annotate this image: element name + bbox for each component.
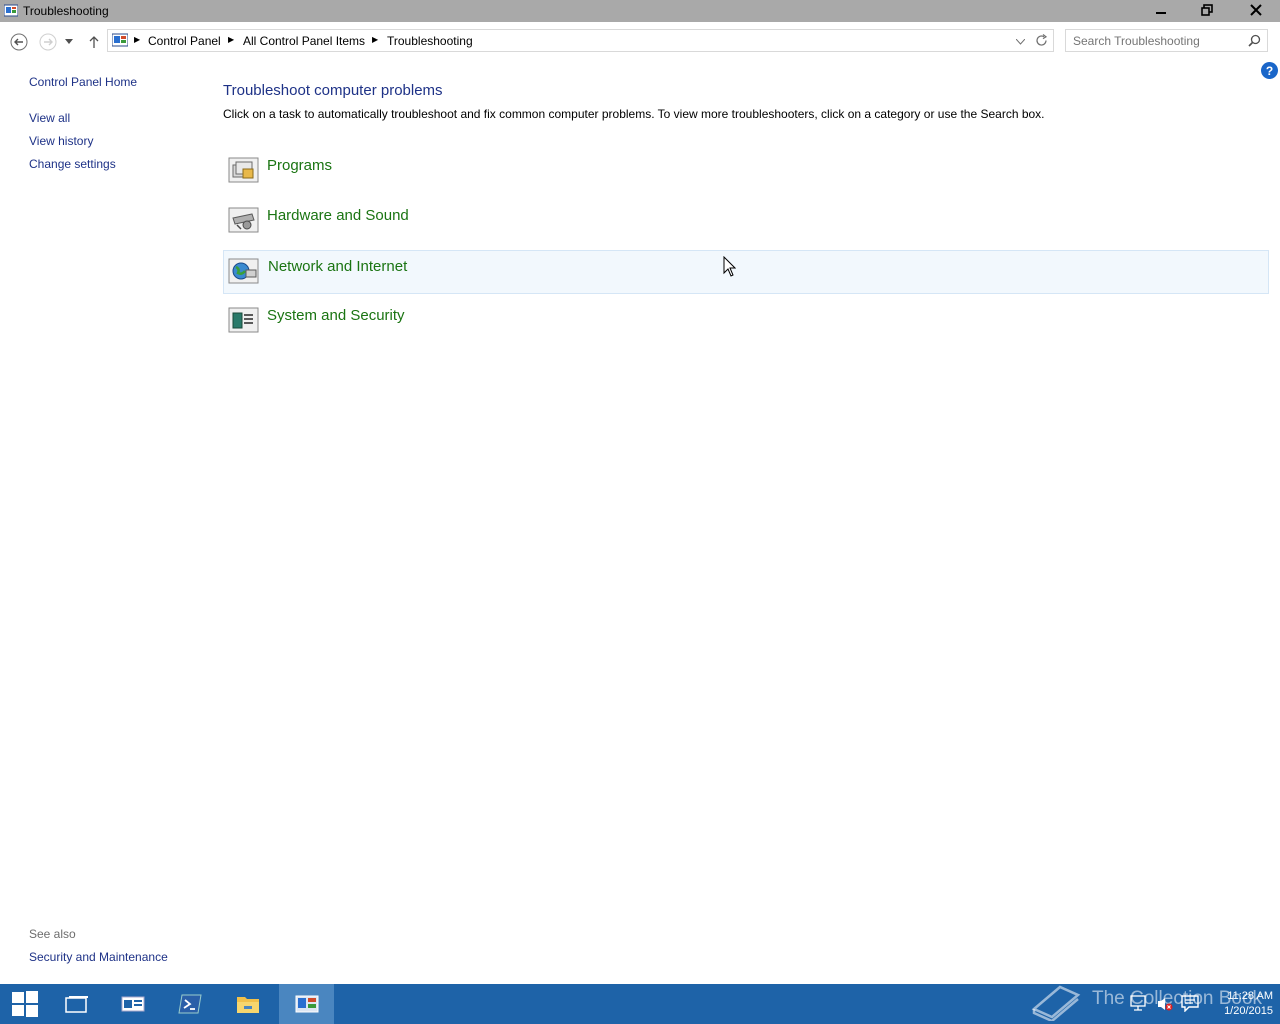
forward-arrow-icon: [39, 33, 57, 51]
category-label[interactable]: Hardware and Sound: [267, 207, 409, 224]
breadcrumb-all-items[interactable]: All Control Panel Items: [243, 34, 365, 48]
category-hardware-and-sound[interactable]: Hardware and Sound: [223, 199, 1269, 243]
clock-date: 1/20/2015: [1224, 1005, 1273, 1017]
volume-muted-icon[interactable]: [1157, 996, 1173, 1012]
powershell-button[interactable]: [164, 984, 216, 1024]
server-manager-icon: [121, 996, 145, 1012]
hardware-sound-icon: [228, 207, 259, 233]
page-description: Click on a task to automatically trouble…: [223, 107, 1045, 121]
mouse-cursor-icon: [723, 256, 736, 277]
folder-icon: [237, 997, 259, 1013]
clock-time: 11:28 AM: [1227, 990, 1273, 1002]
minimize-button[interactable]: [1138, 0, 1184, 20]
windows-logo-icon: [12, 991, 38, 1017]
breadcrumb-control-panel[interactable]: Control Panel: [148, 34, 221, 48]
help-icon: ?: [1265, 63, 1274, 78]
category-label[interactable]: Programs: [267, 157, 332, 174]
control-panel-taskbar-button[interactable]: [279, 984, 334, 1024]
breadcrumb-troubleshooting[interactable]: Troubleshooting: [387, 34, 473, 48]
chevron-down-icon: [65, 39, 73, 44]
start-button[interactable]: [0, 984, 50, 1024]
close-button[interactable]: [1231, 0, 1280, 20]
task-view-icon: [65, 996, 88, 1013]
control-panel-icon: [295, 995, 318, 1013]
search-icon[interactable]: [1248, 34, 1261, 47]
close-icon: [1249, 4, 1262, 16]
system-clock[interactable]: 11:28 AM 1/20/2015: [1203, 989, 1273, 1019]
category-label[interactable]: System and Security: [267, 307, 405, 324]
action-center-icon[interactable]: [1181, 995, 1199, 1012]
up-button[interactable]: [84, 32, 104, 52]
category-network-and-internet[interactable]: Network and Internet: [223, 250, 1269, 294]
search-box[interactable]: [1065, 29, 1268, 52]
control-panel-location-icon: [112, 33, 128, 47]
back-button[interactable]: [9, 32, 29, 52]
server-manager-button[interactable]: [107, 984, 159, 1024]
navigation-bar: ▶ Control Panel ▶ All Control Panel Item…: [0, 22, 1280, 60]
category-programs[interactable]: Programs: [223, 149, 1269, 193]
system-security-icon: [228, 307, 259, 333]
breadcrumb-separator-icon[interactable]: ▶: [134, 35, 140, 44]
recent-locations-button[interactable]: [62, 32, 76, 52]
minimize-icon: [1156, 12, 1166, 14]
title-bar: Troubleshooting: [0, 0, 1280, 22]
page-title: Troubleshoot computer problems: [223, 82, 443, 99]
restore-icon: [1201, 4, 1213, 16]
window-title: Troubleshooting: [23, 4, 109, 18]
restore-button[interactable]: [1184, 0, 1230, 20]
change-settings-link[interactable]: Change settings: [29, 157, 116, 171]
network-tray-icon[interactable]: [1130, 994, 1146, 1012]
breadcrumb-separator-icon[interactable]: ▶: [228, 35, 234, 44]
task-view-button[interactable]: [51, 984, 103, 1024]
security-and-maintenance-link[interactable]: Security and Maintenance: [29, 950, 168, 964]
powershell-icon: [178, 994, 202, 1014]
search-input[interactable]: [1071, 33, 1245, 49]
refresh-icon[interactable]: [1035, 34, 1048, 47]
see-also-heading: See also: [29, 927, 76, 941]
view-history-link[interactable]: View history: [29, 134, 93, 148]
view-all-link[interactable]: View all: [29, 111, 70, 125]
watermark-book-icon: [1031, 985, 1081, 1021]
address-bar[interactable]: ▶ Control Panel ▶ All Control Panel Item…: [107, 29, 1054, 52]
back-arrow-icon: [10, 33, 28, 51]
taskbar: The Collection Book 11:28 AM 1/20/2015: [0, 984, 1280, 1024]
control-panel-home-link[interactable]: Control Panel Home: [29, 75, 137, 89]
forward-button[interactable]: [38, 32, 58, 52]
control-panel-app-icon: [4, 4, 18, 17]
network-internet-icon: [228, 258, 259, 284]
up-arrow-icon: [89, 36, 99, 48]
programs-icon: [228, 157, 259, 183]
address-dropdown-icon[interactable]: [1016, 39, 1025, 45]
breadcrumb-separator-icon[interactable]: ▶: [372, 35, 378, 44]
help-button[interactable]: ?: [1261, 62, 1278, 79]
category-label[interactable]: Network and Internet: [268, 258, 407, 275]
category-system-and-security[interactable]: System and Security: [223, 299, 1269, 343]
file-explorer-button[interactable]: [222, 984, 274, 1024]
